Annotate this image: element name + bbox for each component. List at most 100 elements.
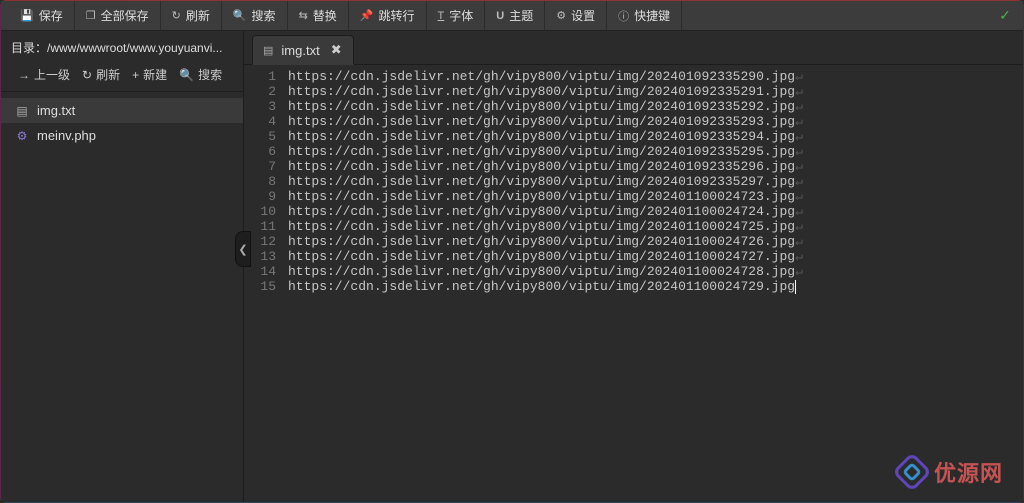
- line-number: 9: [244, 189, 276, 204]
- sidebar-collapse-handle[interactable]: ❮: [235, 231, 251, 267]
- settings-button[interactable]: ⚙ 设置: [545, 1, 607, 30]
- line-number: 4: [244, 114, 276, 129]
- code-line[interactable]: https://cdn.jsdelivr.net/gh/vipy800/vipt…: [284, 69, 1023, 84]
- code-line[interactable]: https://cdn.jsdelivr.net/gh/vipy800/vipt…: [284, 204, 1023, 219]
- arrow-up-icon: →: [18, 68, 30, 82]
- watermark-text: 优源网: [934, 456, 1003, 488]
- txt-file-icon: ▤: [15, 104, 29, 118]
- code-line[interactable]: https://cdn.jsdelivr.net/gh/vipy800/vipt…: [284, 189, 1023, 204]
- code-line[interactable]: https://cdn.jsdelivr.net/gh/vipy800/vipt…: [284, 264, 1023, 279]
- code-line[interactable]: https://cdn.jsdelivr.net/gh/vipy800/vipt…: [284, 159, 1023, 174]
- file-name: img.txt: [37, 103, 75, 118]
- code-lines[interactable]: https://cdn.jsdelivr.net/gh/vipy800/vipt…: [284, 69, 1023, 502]
- line-end-mark: ↵: [795, 159, 803, 174]
- dir-label: 目录：: [11, 41, 47, 55]
- tab-label: img.txt: [281, 43, 319, 58]
- php-file-icon: ⚙: [15, 129, 29, 143]
- font-icon: T: [438, 10, 445, 22]
- code-line[interactable]: https://cdn.jsdelivr.net/gh/vipy800/vipt…: [284, 279, 1023, 294]
- replace-icon: ⇆: [299, 9, 308, 22]
- line-end-mark: ↵: [795, 264, 803, 279]
- theme-button[interactable]: U 主题: [485, 1, 545, 30]
- line-end-mark: ↵: [795, 69, 803, 84]
- line-end-mark: ↵: [795, 204, 803, 219]
- font-label: 字体: [449, 7, 473, 24]
- main-toolbar: 💾 保存 ❐ 全部保存 ↻ 刷新 🔍 搜索 ⇆ 替换 📌 跳转行 T 字体 U …: [1, 1, 1023, 31]
- search-icon: 🔍: [233, 9, 247, 22]
- code-line[interactable]: https://cdn.jsdelivr.net/gh/vipy800/vipt…: [284, 99, 1023, 114]
- line-end-mark: ↵: [795, 144, 803, 159]
- info-icon: ⓘ: [618, 8, 629, 24]
- line-end-mark: ↵: [795, 219, 803, 234]
- save-all-icon: ❐: [86, 9, 96, 22]
- file-name: meinv.php: [37, 128, 96, 143]
- line-end-mark: ↵: [795, 249, 803, 264]
- editor-area: ❮ ▤ img.txt ✖ 123456789101112131415 http…: [244, 31, 1023, 502]
- file-item-img-txt[interactable]: ▤ img.txt: [1, 98, 243, 123]
- refresh-label: 刷新: [186, 7, 210, 24]
- code-line[interactable]: https://cdn.jsdelivr.net/gh/vipy800/vipt…: [284, 129, 1023, 144]
- line-end-mark: ↵: [795, 189, 803, 204]
- line-number: 2: [244, 84, 276, 99]
- toolbar-collapse-button[interactable]: ✓: [987, 7, 1023, 24]
- shortcuts-button[interactable]: ⓘ 快捷键: [607, 1, 682, 30]
- watermark-logo-icon: [892, 452, 932, 492]
- refresh-button[interactable]: ↻ 刷新: [161, 1, 222, 30]
- replace-button[interactable]: ⇆ 替换: [288, 1, 349, 30]
- code-line[interactable]: https://cdn.jsdelivr.net/gh/vipy800/vipt…: [284, 174, 1023, 189]
- dir-path-text: /www/wwwroot/www.youyuanvi...: [47, 41, 222, 55]
- save-icon: 💾: [20, 9, 34, 22]
- sidebar-tools: → 上一级 ↻ 刷新 + 新建 🔍 搜索: [1, 62, 243, 92]
- gear-icon: ⚙: [556, 9, 566, 22]
- sidebar-refresh-button[interactable]: ↻ 刷新: [77, 66, 125, 83]
- text-cursor: [795, 280, 796, 294]
- line-end-mark: ↵: [795, 234, 803, 249]
- sidebar-refresh-label: 刷新: [96, 66, 120, 83]
- new-button[interactable]: + 新建: [127, 66, 172, 83]
- refresh-icon: ↻: [82, 68, 92, 82]
- shortcuts-label: 快捷键: [634, 7, 670, 24]
- code-line[interactable]: https://cdn.jsdelivr.net/gh/vipy800/vipt…: [284, 114, 1023, 129]
- line-number: 5: [244, 129, 276, 144]
- close-tab-button[interactable]: ✖: [328, 42, 345, 58]
- body-area: 目录：/www/wwwroot/www.youyuanvi... → 上一级 ↻…: [1, 31, 1023, 502]
- line-gutter: 123456789101112131415: [244, 69, 284, 502]
- line-end-mark: ↵: [795, 84, 803, 99]
- tab-img-txt[interactable]: ▤ img.txt ✖: [252, 35, 354, 65]
- line-number: 6: [244, 144, 276, 159]
- sidebar-search-button[interactable]: 🔍 搜索: [174, 66, 227, 83]
- line-end-mark: ↵: [795, 99, 803, 114]
- settings-label: 设置: [571, 7, 595, 24]
- code-line[interactable]: https://cdn.jsdelivr.net/gh/vipy800/vipt…: [284, 144, 1023, 159]
- code-editor[interactable]: 123456789101112131415 https://cdn.jsdeli…: [244, 65, 1023, 502]
- theme-label: 主题: [509, 7, 533, 24]
- line-number: 8: [244, 174, 276, 189]
- up-label: 上一级: [34, 66, 70, 83]
- save-label: 保存: [39, 7, 63, 24]
- directory-path[interactable]: 目录：/www/wwwroot/www.youyuanvi...: [1, 31, 243, 62]
- code-line[interactable]: https://cdn.jsdelivr.net/gh/vipy800/vipt…: [284, 234, 1023, 249]
- font-button[interactable]: T 字体: [427, 1, 486, 30]
- line-end-mark: ↵: [795, 174, 803, 189]
- search-button[interactable]: 🔍 搜索: [222, 1, 288, 30]
- file-icon: ▤: [263, 44, 273, 57]
- code-line[interactable]: https://cdn.jsdelivr.net/gh/vipy800/vipt…: [284, 249, 1023, 264]
- save-button[interactable]: 💾 保存: [9, 1, 75, 30]
- save-all-button[interactable]: ❐ 全部保存: [75, 1, 161, 30]
- file-item-meinv-php[interactable]: ⚙ meinv.php: [1, 123, 243, 148]
- code-line[interactable]: https://cdn.jsdelivr.net/gh/vipy800/vipt…: [284, 219, 1023, 234]
- code-line[interactable]: https://cdn.jsdelivr.net/gh/vipy800/vipt…: [284, 84, 1023, 99]
- sidebar: 目录：/www/wwwroot/www.youyuanvi... → 上一级 ↻…: [1, 31, 244, 502]
- line-number: 3: [244, 99, 276, 114]
- up-level-button[interactable]: → 上一级: [13, 66, 75, 83]
- line-number: 15: [244, 279, 276, 294]
- goto-line-button[interactable]: 📌 跳转行: [349, 1, 427, 30]
- tab-bar: ▤ img.txt ✖: [244, 31, 1023, 65]
- line-number: 10: [244, 204, 276, 219]
- line-end-mark: ↵: [795, 114, 803, 129]
- line-number: 7: [244, 159, 276, 174]
- sidebar-search-label: 搜索: [198, 66, 222, 83]
- watermark: 优源网: [898, 456, 1003, 488]
- search-icon: 🔍: [179, 68, 194, 82]
- line-end-mark: ↵: [795, 129, 803, 144]
